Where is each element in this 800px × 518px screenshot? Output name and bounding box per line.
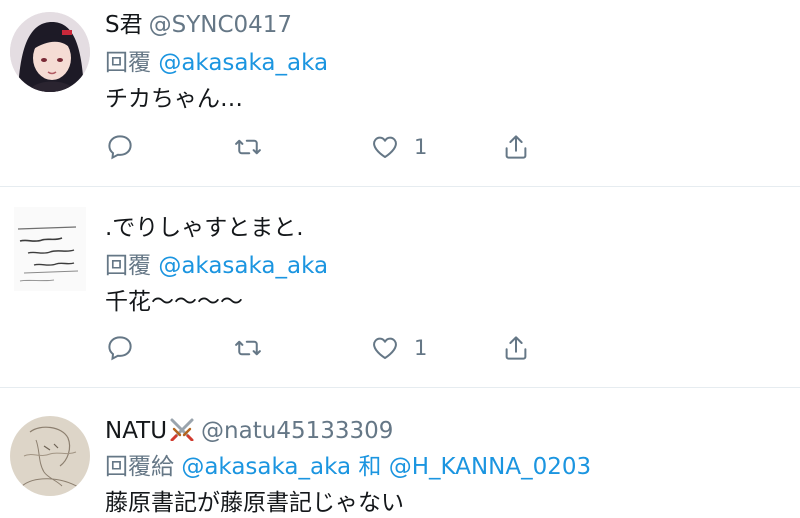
tweet-header: NATU @natu45133309: [105, 416, 790, 446]
share-button[interactable]: [501, 331, 531, 365]
avatar[interactable]: [10, 416, 90, 496]
retweet-button[interactable]: [233, 331, 263, 365]
like-button[interactable]: 1: [370, 331, 427, 365]
reply-context: 回覆給 @akasaka_aka 和 @H_KANNA_0203: [105, 452, 790, 482]
avatar[interactable]: [14, 207, 86, 291]
tweet-text: チカちゃん…: [105, 86, 243, 112]
mention-link[interactable]: @akasaka_aka: [158, 50, 328, 76]
tweet-item[interactable]: .でりしゃすとまと. 回覆 @akasaka_aka 千花～～～～ 1: [0, 187, 800, 388]
mention-link[interactable]: @akasaka_aka: [181, 454, 351, 480]
tweet-item[interactable]: NATU @natu45133309 回覆給 @akasaka_aka 和 @H…: [0, 388, 800, 516]
reply-prefix: 回覆給: [105, 454, 174, 480]
tweet-item[interactable]: S君 @SYNC0417 回覆 @akasaka_aka チカちゃん… 1: [0, 0, 800, 187]
retweet-button[interactable]: [233, 130, 263, 164]
mention-joiner: 和: [358, 454, 382, 480]
reply-icon: [108, 336, 132, 361]
reply-button[interactable]: [105, 130, 135, 164]
share-icon: [505, 135, 527, 159]
user-display-name[interactable]: S君: [105, 12, 143, 38]
user-handle[interactable]: @natu45133309: [201, 418, 393, 444]
user-display-name[interactable]: .でりしゃすとまと.: [105, 215, 304, 241]
share-icon: [505, 336, 527, 360]
tweet-header: S君 @SYNC0417: [105, 10, 790, 40]
reply-context: 回覆 @akasaka_aka: [105, 48, 790, 78]
reply-icon: [108, 135, 132, 160]
like-count: 1: [414, 336, 428, 360]
user-display-name[interactable]: NATU: [105, 418, 167, 444]
mention-link[interactable]: @H_KANNA_0203: [389, 454, 591, 480]
retweet-icon: [235, 139, 261, 155]
reply-prefix: 回覆: [105, 253, 151, 279]
tweet-text: 藤原書記が藤原書記じゃない: [105, 490, 404, 516]
mention-link[interactable]: @akasaka_aka: [158, 253, 328, 279]
like-button[interactable]: 1: [370, 130, 427, 164]
like-count: 1: [414, 135, 428, 159]
tweet-actions: 1: [105, 130, 545, 164]
share-button[interactable]: [501, 130, 531, 164]
tweet-feed: S君 @SYNC0417 回覆 @akasaka_aka チカちゃん… 1 .で…: [0, 0, 800, 516]
heart-icon: [373, 337, 397, 359]
reply-context: 回覆 @akasaka_aka: [105, 251, 790, 281]
tweet-text: 千花～～～～: [105, 289, 243, 315]
handwritten-note-avatar-icon: [14, 207, 86, 291]
sketch-drawing-avatar-icon: [10, 416, 90, 496]
tweet-header: .でりしゃすとまと.: [105, 213, 790, 243]
anime-girl-avatar-icon: [10, 12, 90, 92]
heart-icon: [373, 136, 397, 158]
reply-button[interactable]: [105, 331, 135, 365]
retweet-icon: [235, 340, 261, 356]
crossed-swords-icon: [170, 418, 194, 441]
avatar[interactable]: [10, 12, 90, 92]
reply-prefix: 回覆: [105, 50, 151, 76]
tweet-actions: 1: [105, 331, 545, 365]
user-handle[interactable]: @SYNC0417: [149, 12, 292, 38]
